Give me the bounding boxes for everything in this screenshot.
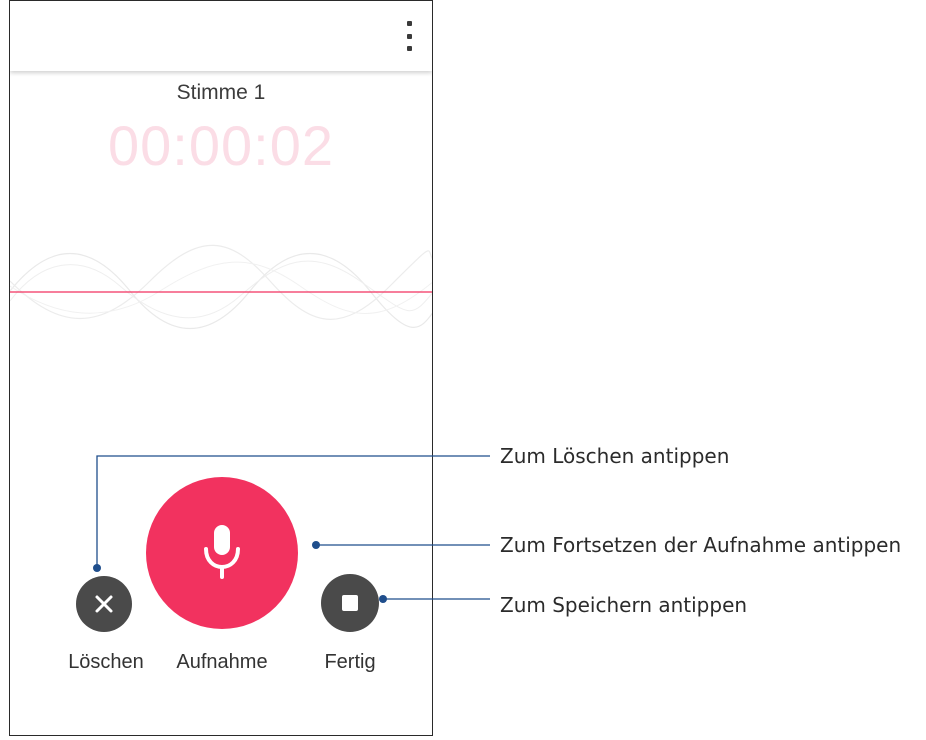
done-label: Fertig [324, 651, 376, 673]
recording-timer: 00:00:02 [108, 114, 334, 177]
close-icon [95, 595, 113, 613]
record-label: Aufnahme [176, 651, 268, 673]
stop-icon [342, 595, 358, 611]
app-bar [10, 1, 432, 71]
record-button[interactable] [146, 477, 298, 629]
microphone-icon [204, 525, 240, 579]
more-vert-icon[interactable] [402, 21, 416, 51]
phone-screen: Stimme 1 00:00:02 Löschen Aufnahme Ferti… [9, 0, 433, 736]
waveform-visualization [10, 244, 432, 329]
callout-record: Zum Fortsetzen der Aufnahme antippen [500, 533, 902, 557]
delete-label: Löschen [68, 651, 144, 673]
recording-title: Stimme 1 [176, 81, 266, 104]
callout-delete: Zum Löschen antippen [500, 444, 730, 468]
callout-done: Zum Speichern antippen [500, 593, 748, 617]
done-button[interactable] [321, 574, 379, 632]
delete-button[interactable] [76, 576, 132, 632]
